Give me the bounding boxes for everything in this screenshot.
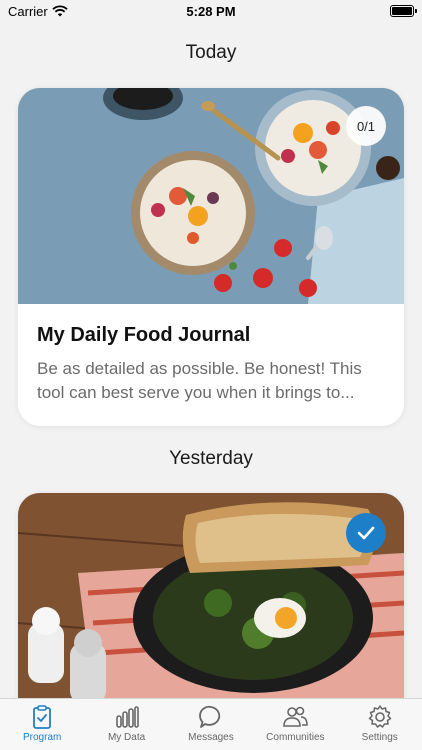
food-journal-card[interactable]: 0/1 My Daily Food Journal Be as detailed…: [18, 88, 404, 426]
program-feed[interactable]: Today 0/1 My Daily Food Journal Be as de…: [0, 22, 422, 698]
wifi-icon: [52, 5, 68, 17]
skillet-toast-image: [18, 493, 404, 698]
food-photo-illustration: [18, 493, 404, 698]
tab-bar: Program My Data Messages Communities Set…: [0, 698, 422, 750]
tab-my-data[interactable]: My Data: [85, 704, 169, 743]
battery-icon: [390, 5, 417, 17]
tab-program[interactable]: Program: [0, 704, 84, 743]
card-title: My Daily Food Journal: [37, 324, 251, 346]
status-left: Carrier: [8, 4, 68, 19]
section-title-yesterday: Yesterday: [169, 448, 253, 469]
status-bar: Carrier 5:28 PM: [0, 0, 422, 22]
section-title-today: Today: [185, 42, 237, 63]
checkmark-icon: [357, 526, 375, 540]
breakfast-bowls-image: 0/1: [18, 88, 404, 304]
tab-label: Program: [23, 732, 62, 743]
tab-communities[interactable]: Communities: [253, 704, 337, 743]
yesterday-card[interactable]: [18, 493, 404, 698]
people-icon: [283, 706, 309, 727]
bar-chart-icon: [115, 706, 139, 728]
tab-messages[interactable]: Messages: [169, 704, 253, 743]
progress-badge: 0/1: [346, 106, 386, 146]
carrier-label: Carrier: [8, 3, 48, 19]
tab-label: Communities: [266, 732, 325, 743]
card-description: Be as detailed as possible. Be honest! T…: [37, 359, 362, 402]
completed-check-badge: [346, 513, 386, 553]
chat-bubble-icon: [199, 705, 221, 728]
tab-label: My Data: [107, 732, 146, 743]
tab-label: Settings: [361, 732, 398, 743]
clipboard-check-icon: [33, 705, 52, 729]
gear-icon: [368, 705, 391, 728]
card-body: My Daily Food Journal Be as detailed as …: [18, 304, 404, 405]
tab-settings[interactable]: Settings: [338, 704, 422, 743]
tab-label: Messages: [188, 732, 234, 743]
